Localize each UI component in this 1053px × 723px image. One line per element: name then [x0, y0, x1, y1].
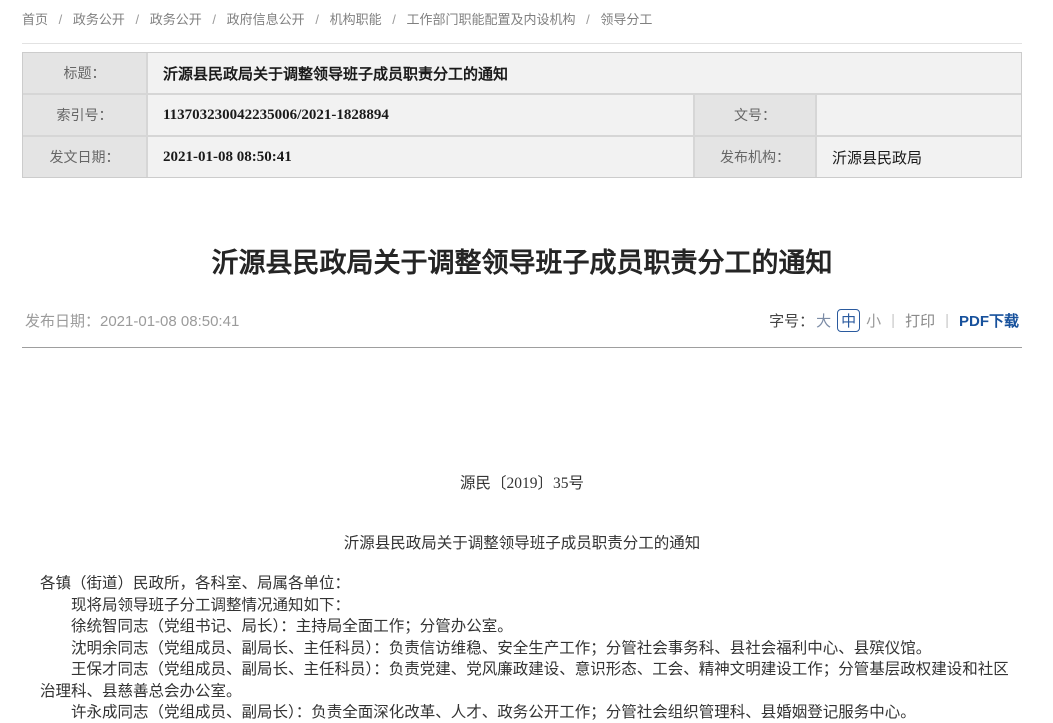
paragraph: 王保才同志（党组成员、副局长、主任科员）：负责党建、党风廉政建设、意识形态、工会… [40, 659, 1010, 702]
paragraph: 各镇（街道）民政所，各科室、局属各单位： [40, 573, 1010, 595]
document-body: 各镇（街道）民政所，各科室、局属各单位： 现将局领导班子分工调整情况通知如下： … [22, 573, 1022, 723]
breadcrumb-item-functions[interactable]: 机构职能 [330, 12, 382, 27]
breadcrumb-item-home[interactable]: 首页 [22, 12, 48, 27]
meta-index-label: 索引号： [23, 95, 146, 135]
meta-title-value: 沂源县民政局关于调整领导班子成员职责分工的通知 [148, 53, 1021, 93]
horizontal-divider [22, 347, 1022, 348]
article-meta-row: 发布日期：2021-01-08 08:50:41 字号： 大 中 小 | 打印 … [22, 309, 1022, 332]
font-size-medium-button[interactable]: 中 [837, 309, 860, 332]
meta-agency-label: 发布机构： [695, 137, 815, 177]
meta-index-value: 113703230042235006/2021-1828894 [148, 95, 693, 135]
meta-title-label: 标题： [23, 53, 146, 93]
paragraph: 许永成同志（党组成员、副局长）：负责全面深化改革、人才、政务公开工作；分管社会组… [40, 702, 1010, 723]
meta-docnum-label: 文号： [695, 95, 815, 135]
breadcrumb-separator: / [586, 12, 590, 27]
font-size-small-button[interactable]: 小 [866, 310, 881, 331]
breadcrumb-item-leadership[interactable]: 领导分工 [600, 12, 652, 27]
document-meta-table: 标题： 沂源县民政局关于调整领导班子成员职责分工的通知 索引号： 1137032… [22, 52, 1022, 178]
breadcrumb-separator: / [59, 12, 63, 27]
font-size-large-button[interactable]: 大 [816, 310, 831, 331]
font-size-label: 字号： [769, 310, 814, 331]
breadcrumb-separator: / [315, 12, 319, 27]
document-title: 沂源县民政局关于调整领导班子成员职责分工的通知 [22, 534, 1022, 554]
page-title: 沂源县民政局关于调整领导班子成员职责分工的通知 [22, 248, 1022, 279]
paragraph: 现将局领导班子分工调整情况通知如下： [40, 595, 1010, 617]
breadcrumb-separator: / [392, 12, 396, 27]
toolbar-divider: | [891, 312, 895, 329]
print-button[interactable]: 打印 [905, 310, 935, 331]
paragraph: 沈明余同志（党组成员、副局长、主任科员）：负责信访维稳、安全生产工作；分管社会事… [40, 638, 1010, 660]
paragraph: 徐统智同志（党组书记、局长）：主持局全面工作；分管办公室。 [40, 616, 1010, 638]
meta-docnum-value [817, 95, 1021, 135]
meta-agency-value: 沂源县民政局 [817, 137, 1021, 177]
breadcrumb-item-info-disclosure[interactable]: 政府信息公开 [227, 12, 305, 27]
publish-date: 发布日期：2021-01-08 08:50:41 [25, 310, 239, 331]
meta-issue-date-label: 发文日期： [23, 137, 146, 177]
document-number: 源民〔2019〕35号 [22, 474, 1022, 494]
breadcrumb: 首页 / 政务公开 / 政务公开 / 政府信息公开 / 机构职能 / 工作部门职… [22, 0, 1022, 44]
breadcrumb-separator: / [212, 12, 216, 27]
breadcrumb-separator: / [136, 12, 140, 27]
pdf-download-button[interactable]: PDF下载 [959, 310, 1019, 331]
breadcrumb-item-dept-config[interactable]: 工作部门职能配置及内设机构 [406, 12, 575, 27]
toolbar-divider: | [945, 312, 949, 329]
document-content: 源民〔2019〕35号 沂源县民政局关于调整领导班子成员职责分工的通知 各镇（街… [22, 474, 1022, 723]
article-toolbar: 字号： 大 中 小 | 打印 | PDF下载 [769, 309, 1019, 332]
breadcrumb-item-zhengwu-1[interactable]: 政务公开 [73, 12, 125, 27]
meta-issue-date-value: 2021-01-08 08:50:41 [148, 137, 693, 177]
breadcrumb-item-zhengwu-2[interactable]: 政务公开 [150, 12, 202, 27]
